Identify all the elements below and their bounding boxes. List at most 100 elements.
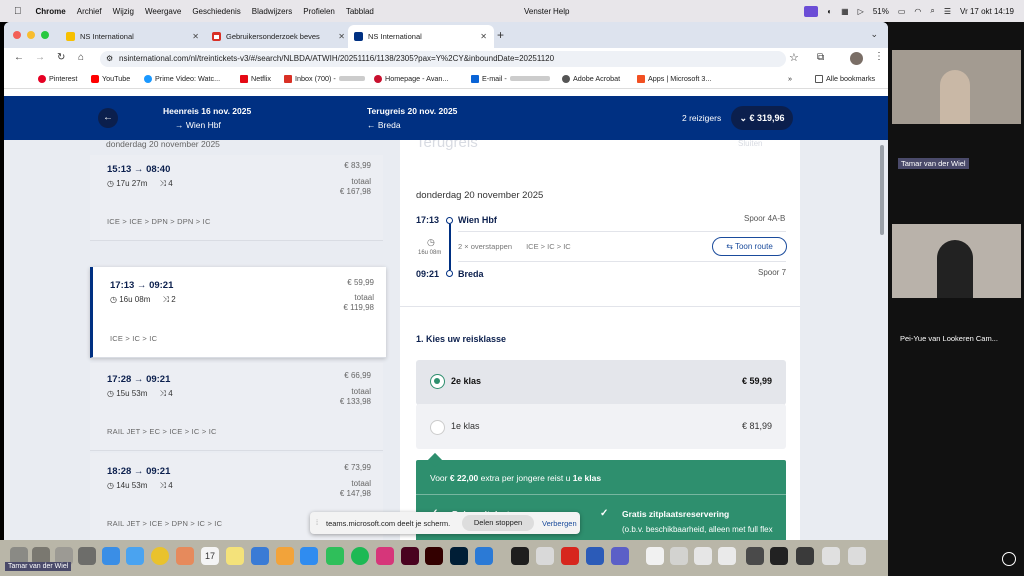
outbound-summary[interactable]: Heenreis 16 nov. 2025 → Wien Hbf	[163, 106, 251, 130]
menu-item-bladwijzers[interactable]: Bladwijzers	[252, 7, 292, 16]
detail-faded-close[interactable]: Sluiten	[738, 140, 762, 148]
forward-arrow-icon[interactable]: →	[35, 52, 45, 63]
menu-item-weergave[interactable]: Weergave	[145, 7, 181, 16]
bookmark-youtube[interactable]: YouTube	[91, 74, 130, 83]
calendar-icon[interactable]: 17	[201, 547, 219, 565]
journey-card[interactable]: 15:13 → 08:40 ◷ 17u 27m ⤨ 4 € 83,99 tota…	[90, 155, 383, 241]
travellers-count[interactable]: 2 reizigers	[682, 113, 721, 123]
control-center-icon[interactable]: ☰	[944, 7, 951, 16]
drag-handle-icon[interactable]: ⁞	[316, 518, 318, 527]
bookmarks-overflow[interactable]: »	[788, 74, 792, 83]
bookmark-star-icon[interactable]: ☆	[789, 51, 799, 64]
figma-icon[interactable]	[511, 547, 529, 565]
screen-share-icon[interactable]	[804, 5, 819, 17]
hide-button[interactable]: Verbergen	[542, 519, 577, 528]
pages-icon[interactable]	[276, 547, 294, 565]
window-thumbnail[interactable]	[746, 547, 764, 565]
chrome-icon[interactable]	[151, 547, 169, 565]
clock[interactable]: Vr 17 okt 14:19	[960, 7, 1014, 16]
window-thumbnail[interactable]	[718, 547, 736, 565]
status-icon[interactable]: ◐	[827, 7, 832, 16]
bookmark-homepage-avans[interactable]: Homepage - Avan...	[374, 74, 448, 83]
close-tab-icon[interactable]: ✕	[338, 32, 345, 41]
tab-ns-international-active[interactable]: NS International ✕	[348, 25, 494, 48]
bookmark-adobe-acrobat[interactable]: Adobe Acrobat	[562, 74, 620, 83]
menu-item-archief[interactable]: Archief	[77, 7, 102, 16]
battery-percent[interactable]: 51%	[873, 7, 889, 16]
acrobat-icon[interactable]	[561, 547, 579, 565]
indesign-icon[interactable]	[401, 547, 419, 565]
menu-item-profielen[interactable]: Profielen	[303, 7, 335, 16]
word-icon[interactable]	[586, 547, 604, 565]
keynote-icon[interactable]	[251, 547, 269, 565]
wifi-icon[interactable]: ◠	[914, 7, 921, 16]
class-option-2nd[interactable]: 2e klas € 59,99	[416, 360, 786, 405]
safari-icon[interactable]	[102, 547, 120, 565]
photoshop-icon[interactable]	[450, 547, 468, 565]
app-icon[interactable]	[78, 547, 96, 565]
radio-2nd-class[interactable]	[430, 374, 445, 389]
play-icon[interactable]: ▷	[858, 7, 864, 16]
menu-item-wijzig[interactable]: Wijzig	[113, 7, 134, 16]
window-thumbnail[interactable]	[796, 547, 814, 565]
site-info-icon[interactable]: ⚙	[106, 51, 113, 67]
all-bookmarks[interactable]: Alle bookmarks	[815, 74, 875, 83]
teams-logo-icon[interactable]	[1002, 552, 1016, 566]
bookmark-pinterest[interactable]: Pinterest	[38, 74, 77, 83]
instagram-icon[interactable]	[376, 547, 394, 565]
window-thumbnail[interactable]	[770, 547, 788, 565]
inbound-summary[interactable]: Terugreis 20 nov. 2025 ← Breda	[367, 106, 457, 130]
stop-sharing-button[interactable]: Delen stoppen	[462, 515, 534, 531]
bookmark-microsoft-apps[interactable]: Apps | Microsoft 3...	[637, 74, 711, 83]
tab-ns-international-1[interactable]: NS International ✕	[60, 25, 206, 48]
bookmark-email[interactable]: E-mail -	[471, 74, 550, 83]
back-button[interactable]: ←	[98, 108, 118, 128]
page-scrollbar[interactable]	[880, 145, 884, 235]
document-icon[interactable]	[646, 547, 664, 565]
class-option-1st[interactable]: 1e klas € 81,99	[416, 404, 786, 449]
whatsapp-icon[interactable]	[326, 547, 344, 565]
close-window-button[interactable]	[13, 31, 21, 39]
reload-icon[interactable]: ↻	[57, 52, 65, 63]
address-bar[interactable]: ⚙ nsinternational.com/nl/treintickets-v3…	[100, 51, 786, 67]
battery-icon[interactable]: ▭	[898, 7, 906, 16]
back-arrow-icon[interactable]: ←	[14, 52, 24, 63]
radio-1st-class[interactable]	[430, 420, 445, 435]
participant-video-top[interactable]	[892, 50, 1021, 124]
trash-icon[interactable]	[848, 547, 866, 565]
menu-item-tabblad[interactable]: Tabblad	[346, 7, 374, 16]
more-menu-icon[interactable]: ⋮	[874, 51, 884, 62]
journey-card-selected[interactable]: 17:13 → 09:21 ◷ 16u 08m ⤨ 2 € 59,99 tota…	[90, 267, 386, 358]
dictionary-icon[interactable]	[536, 547, 554, 565]
mail-icon[interactable]	[126, 547, 144, 565]
menu-item-help[interactable]: Help	[553, 7, 569, 16]
show-route-button[interactable]: ⇆ Toon route	[712, 237, 787, 256]
illustrator-icon[interactable]	[425, 547, 443, 565]
bookmark-prime-video[interactable]: Prime Video: Watc...	[144, 74, 220, 83]
close-tab-icon[interactable]: ✕	[192, 32, 199, 41]
tab-gmail[interactable]: Gebruikersonderzoek beves ✕	[206, 25, 352, 48]
notes-icon[interactable]	[226, 547, 244, 565]
new-tab-button[interactable]: +	[497, 28, 504, 42]
spotify-icon[interactable]	[351, 547, 369, 565]
profile-avatar[interactable]	[850, 52, 863, 65]
close-tab-icon[interactable]: ✕	[480, 32, 487, 41]
vscode-icon[interactable]	[475, 547, 493, 565]
total-price-button[interactable]: ⌄ € 319,96	[731, 106, 793, 130]
bookmark-inbox[interactable]: Inbox (700) -	[284, 74, 365, 83]
journey-card[interactable]: 17:28 → 09:21 ◷ 15u 53m ⤨ 4 € 66,99 tota…	[90, 363, 383, 451]
app-store-icon[interactable]	[300, 547, 318, 565]
participant-video-bottom[interactable]	[892, 224, 1021, 298]
tab-search-icon[interactable]: ⌄	[870, 29, 878, 40]
menu-item-venster[interactable]: Venster	[524, 7, 551, 16]
folder-icon[interactable]	[670, 547, 688, 565]
photos-icon[interactable]	[176, 547, 194, 565]
teams-icon[interactable]	[611, 547, 629, 565]
window-thumbnail[interactable]	[822, 547, 840, 565]
menu-item-geschiedenis[interactable]: Geschiedenis	[192, 7, 240, 16]
search-icon[interactable]: ⌕	[930, 6, 934, 16]
window-thumbnail[interactable]	[694, 547, 712, 565]
apple-icon[interactable]: 	[14, 6, 22, 17]
extensions-icon[interactable]: ⧉	[817, 52, 824, 63]
zoom-window-button[interactable]	[41, 31, 49, 39]
